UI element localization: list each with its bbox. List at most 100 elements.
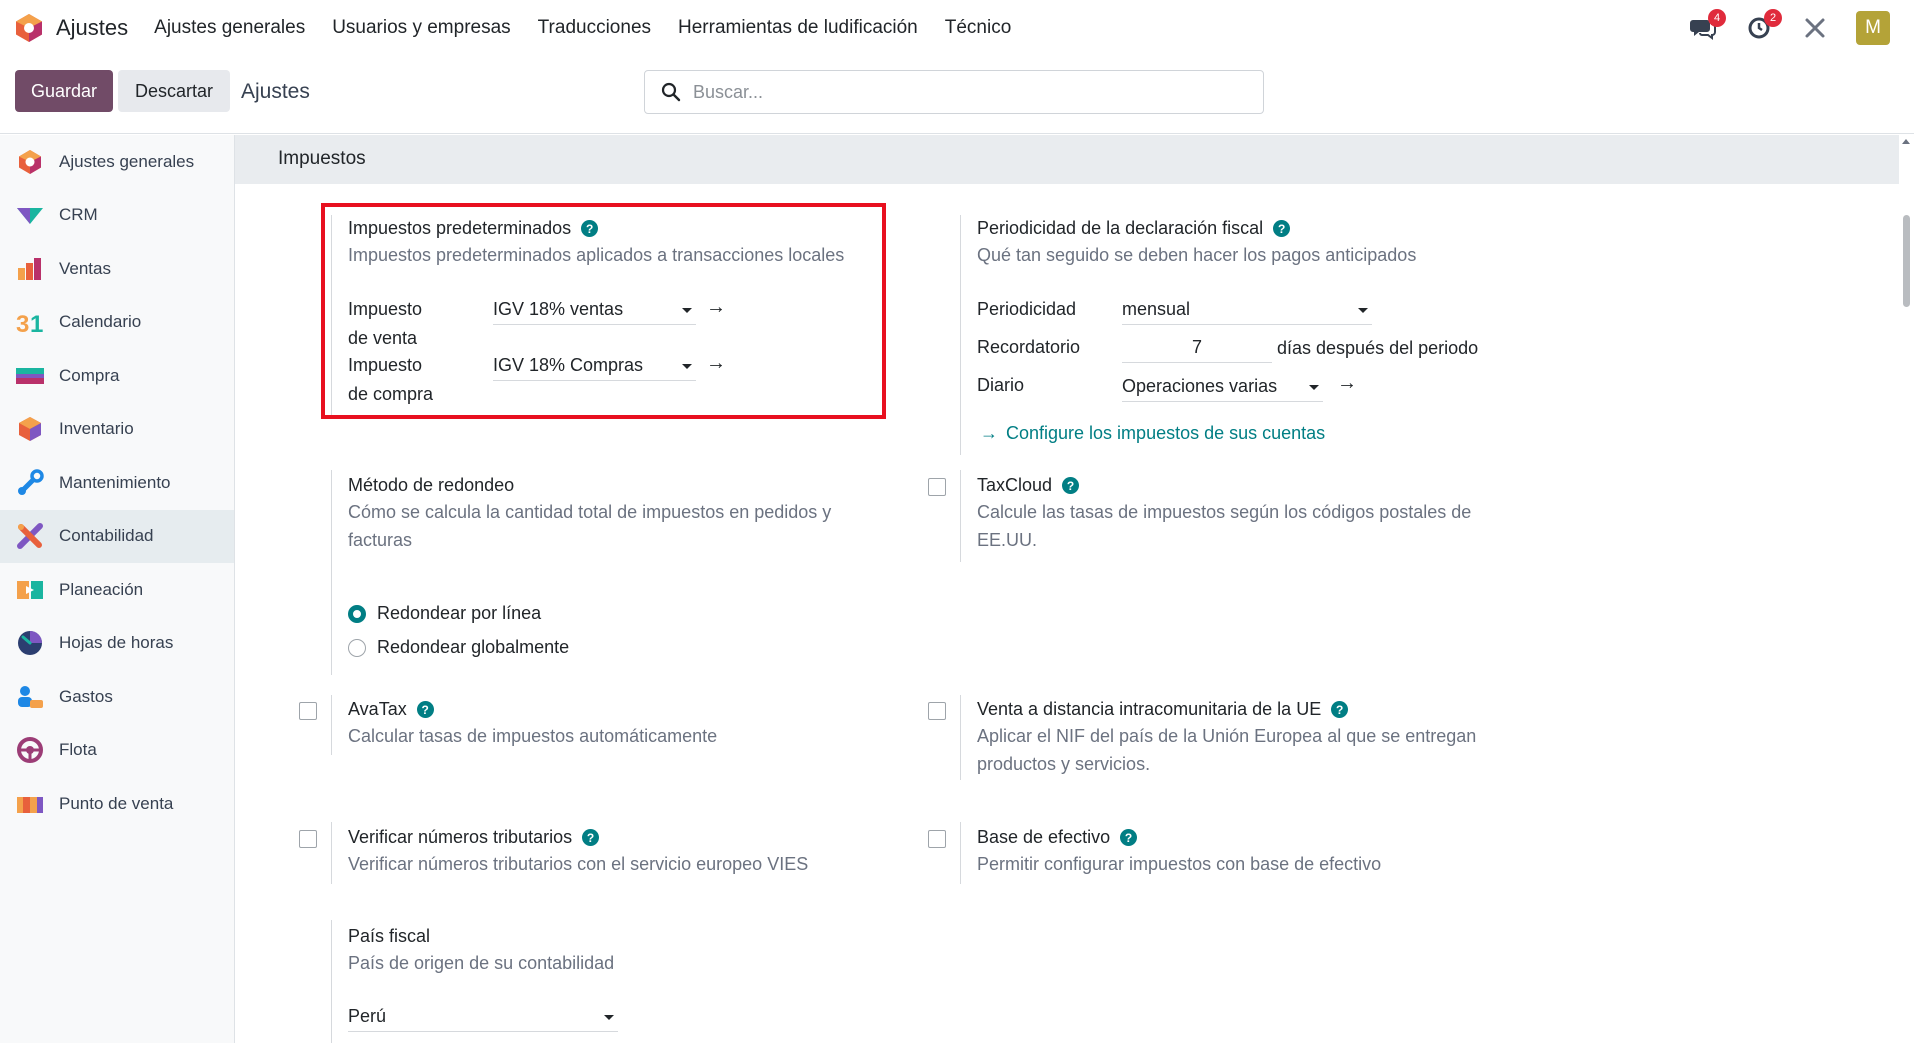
periodicity-select[interactable]: mensual (1122, 295, 1372, 325)
configure-taxes-link[interactable]: → Configure los impuestos de sus cuentas (980, 423, 1325, 444)
chevron-down-icon (1309, 385, 1319, 390)
help-icon[interactable]: ? (1120, 829, 1138, 846)
expenses-icon (18, 685, 43, 708)
svg-text:1: 1 (30, 311, 43, 337)
sidebar-item-crm[interactable]: CRM (0, 189, 234, 243)
round-per-line-option[interactable]: Redondear por línea (348, 603, 541, 624)
cash-basis-setting: Base de efectivo? Permitir configurar im… (977, 827, 1381, 878)
menu-traducciones[interactable]: Traducciones (538, 17, 651, 39)
help-icon[interactable]: ? (582, 829, 600, 846)
sales-tax-select[interactable]: IGV 18% ventas (493, 295, 696, 325)
menu-usuarios-empresas[interactable]: Usuarios y empresas (332, 17, 510, 39)
help-icon[interactable]: ? (416, 701, 434, 718)
taxcloud-setting: TaxCloud? Calcule las tasas de impuestos… (977, 475, 1517, 554)
sidebar-item-label: Gastos (59, 686, 113, 706)
purchase-tax-select[interactable]: IGV 18% Compras (493, 351, 696, 381)
sidebar-item-compra[interactable]: Compra (0, 349, 234, 403)
sidebar-item-label: Ajustes generales (59, 151, 195, 171)
journal-open-arrow-icon[interactable]: → (1337, 372, 1357, 395)
help-icon[interactable]: ? (1062, 477, 1080, 494)
eu-distance-checkbox[interactable] (928, 702, 946, 720)
maintenance-icon (18, 469, 44, 495)
setting-divider (960, 470, 961, 562)
sidebar-item-ventas[interactable]: Ventas (0, 242, 234, 296)
scroll-up-icon[interactable] (1902, 139, 1910, 144)
sidebar-item-inventario[interactable]: Inventario (0, 403, 234, 457)
setting-title: Verificar números tributarios (348, 827, 573, 847)
setting-description: Cómo se calcula la cantidad total de imp… (348, 502, 832, 550)
menu-herramientas-ludificacion[interactable]: Herramientas de ludificación (678, 17, 918, 39)
search-input[interactable]: Buscar... (644, 70, 1264, 114)
timesheets-icon (18, 631, 42, 656)
scroll-thumb[interactable] (1903, 215, 1910, 307)
sidebar-item-contabilidad[interactable]: Contabilidad (0, 509, 234, 563)
sidebar-item-calendario[interactable]: 3 1 Calendario (0, 296, 234, 350)
chevron-down-icon (682, 364, 692, 369)
setting-title: TaxCloud (977, 475, 1053, 495)
radio-unselected[interactable] (348, 638, 366, 657)
setting-divider (331, 695, 332, 755)
debug-tools-button[interactable] (1800, 13, 1830, 43)
journal-select[interactable]: Operaciones varias (1122, 372, 1323, 402)
app-brand[interactable]: Ajustes (14, 13, 128, 43)
periodicity-label: Periodicidad (977, 299, 1077, 319)
help-icon[interactable]: ? (581, 220, 599, 237)
menu-tecnico[interactable]: Técnico (945, 17, 1012, 39)
messages-button[interactable]: 4 (1688, 9, 1726, 43)
save-button[interactable]: Guardar (15, 70, 113, 112)
sidebar-item-hojas-de-horas[interactable]: Hojas de horas (0, 617, 234, 671)
setting-divider (331, 822, 332, 884)
tax-return-setting: Periodicidad de la declaración fiscal? Q… (977, 218, 1416, 269)
purchase-tax-label: Impuesto de compra (348, 355, 434, 404)
app-name: Ajustes (56, 15, 129, 40)
control-panel: Guardar Descartar Ajustes Buscar... (0, 56, 1914, 134)
planning-icon (17, 580, 43, 599)
sidebar-item-label: Mantenimiento (59, 472, 171, 492)
sidebar-item-label: Calendario (59, 312, 142, 332)
help-icon[interactable]: ? (1331, 701, 1349, 718)
setting-title: Método de redondeo (348, 475, 515, 495)
pos-icon (17, 796, 43, 813)
sidebar-item-label: Ventas (59, 258, 111, 278)
activities-button[interactable]: 2 (1744, 9, 1782, 43)
fiscal-country-setting: País fiscal País de origen de su contabi… (348, 926, 614, 977)
sidebar-item-mantenimiento[interactable]: Mantenimiento (0, 456, 234, 510)
main-scrollbar[interactable] (1899, 135, 1914, 1043)
sidebar-item-gastos[interactable]: Gastos (0, 670, 234, 724)
section-title: Impuestos (278, 148, 366, 169)
sales-tax-label: Impuesto de venta (348, 299, 423, 348)
sidebar-item-punto-de-venta[interactable]: Punto de venta (0, 777, 234, 831)
purchase-tax-open-arrow-icon[interactable]: → (706, 352, 726, 375)
radio-selected[interactable] (348, 604, 366, 623)
reminder-days-input[interactable]: 7 (1122, 333, 1272, 363)
setting-title: Impuestos predeterminados (348, 218, 572, 238)
help-icon[interactable]: ? (1273, 220, 1291, 237)
sidebar-item-ajustes-generales[interactable]: Ajustes generales (0, 135, 234, 189)
chevron-down-icon (682, 308, 692, 313)
settings-icon (19, 149, 41, 174)
reminder-suffix: días después del periodo (1277, 338, 1479, 358)
avatax-checkbox[interactable] (299, 702, 317, 720)
fiscal-country-select[interactable]: Perú (348, 1002, 618, 1032)
setting-divider (331, 470, 332, 675)
sales-icon (18, 257, 41, 280)
fleet-icon (17, 737, 43, 764)
vat-check-checkbox[interactable] (299, 830, 317, 848)
messages-badge: 4 (1708, 9, 1726, 27)
sidebar-item-label: CRM (59, 205, 98, 225)
tools-icon (1805, 18, 1825, 38)
default-taxes-setting: Impuestos predeterminados? Impuestos pre… (348, 218, 844, 269)
taxcloud-checkbox[interactable] (928, 478, 946, 496)
discard-button[interactable]: Descartar (118, 70, 230, 112)
settings-sidebar: Ajustes generales CRM Ventas 3 1 Calenda… (0, 135, 235, 1043)
menu-ajustes-generales[interactable]: Ajustes generales (154, 17, 305, 39)
sidebar-item-flota[interactable]: Flota (0, 724, 234, 778)
crm-icon (17, 208, 43, 225)
sidebar-item-planeacion[interactable]: Planeación (0, 563, 234, 617)
cash-basis-checkbox[interactable] (928, 830, 946, 848)
sidebar-item-label: Punto de venta (59, 793, 174, 813)
round-globally-option[interactable]: Redondear globalmente (348, 637, 569, 658)
setting-description: País de origen de su contabilidad (348, 953, 615, 973)
sales-tax-open-arrow-icon[interactable]: → (706, 296, 726, 319)
user-avatar[interactable]: M (1856, 11, 1890, 45)
